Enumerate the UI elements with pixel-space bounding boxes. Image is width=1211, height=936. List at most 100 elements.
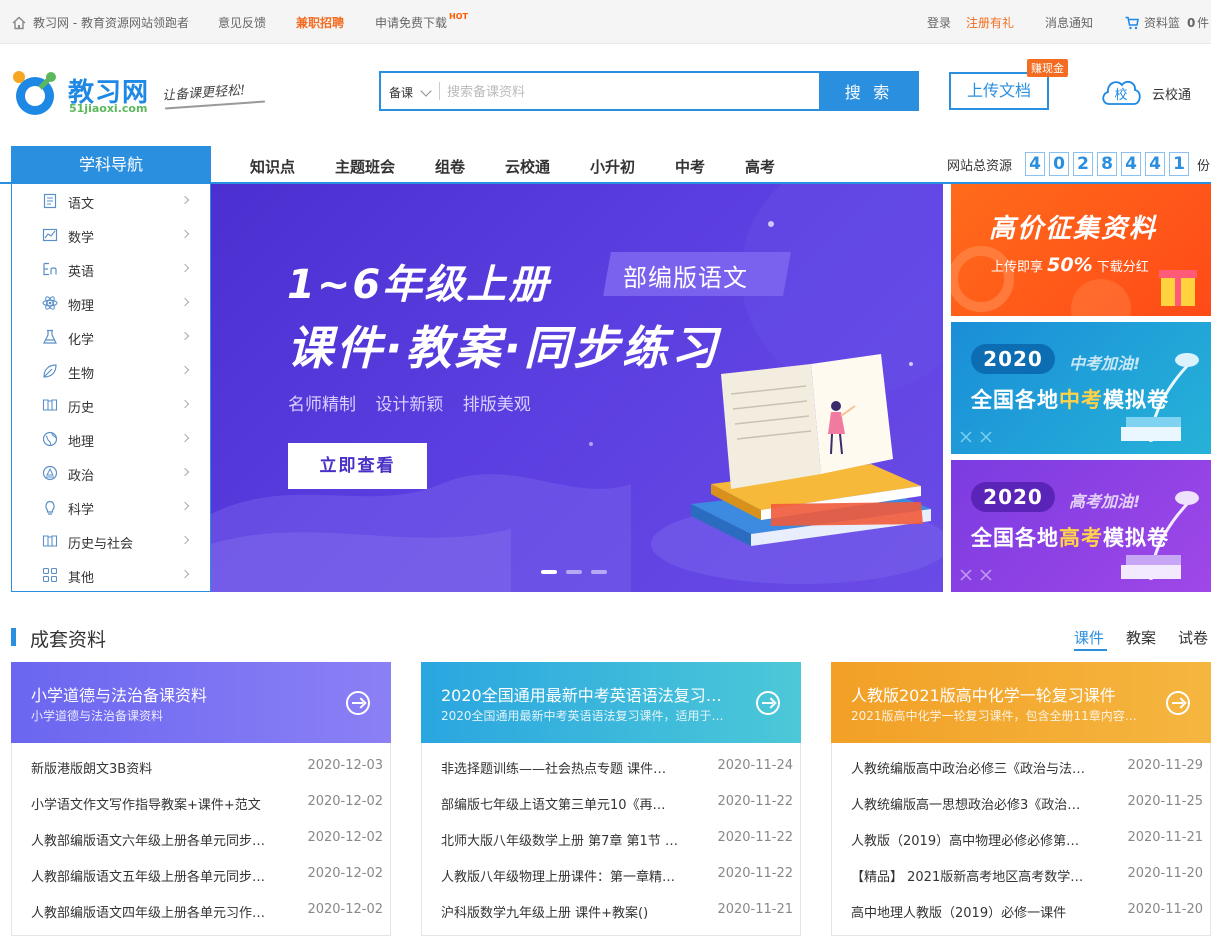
ad-collect-materials[interactable]: 高价征集资料 上传即享 50% 下载分红 [951, 184, 1211, 316]
cloud-school-link[interactable]: 云校通 [1152, 84, 1191, 103]
item-title: 人教部编版语文五年级上册各单元同步… [31, 870, 266, 885]
grid-icon [42, 567, 58, 583]
nav-item-junior-entrance[interactable]: 小升初 [590, 156, 635, 177]
chevron-right-icon [180, 399, 190, 409]
top-bar: 教习网 - 教育资源网站领跑者 意见反馈 兼职招聘 申请免费下载 HOT 登录 … [0, 0, 1211, 44]
nav-item-gaokao[interactable]: 高考 [745, 156, 775, 177]
nav-item-zhongkao[interactable]: 中考 [675, 156, 705, 177]
search-input[interactable] [447, 77, 817, 105]
subject-label: 物理 [68, 299, 95, 314]
card-header[interactable]: 人教版2021版高中化学一轮复习课件 2021版高中化学一轮复习课件，包含全册1… [831, 662, 1211, 743]
list-item[interactable]: 小学语文作文写作指导教案+课件+范文 2020-12-02 [31, 794, 383, 814]
list-item[interactable]: 新版港版朗文3B资料 2020-12-03 [31, 758, 383, 778]
atom-icon [42, 296, 58, 310]
subject-label: 语文 [68, 197, 95, 212]
ad3-main-title: 全国各地高考模拟卷 [971, 522, 1169, 552]
list-item[interactable]: 北师大版八年级数学上册 第7章 第1节 … 2020-11-22 [441, 830, 793, 850]
notify-link[interactable]: 消息通知 [1045, 16, 1093, 30]
nav-item-cloud-school[interactable]: 云校通 [505, 156, 550, 177]
carousel-dot[interactable] [566, 570, 582, 574]
list-item[interactable]: 人教统编版高一思想政治必修3《政治… 2020-11-25 [851, 794, 1203, 814]
nav-item-knowledge[interactable]: 知识点 [250, 156, 295, 177]
item-title: 人教版八年级物理上册课件：第一章精… [441, 870, 676, 885]
hot-badge: HOT [449, 12, 468, 21]
ad2-main-a: 全国各地 [971, 388, 1059, 412]
list-item[interactable]: 【精品】 2021版新高考地区高考数学… 2020-11-20 [851, 866, 1203, 886]
scroll-icon [42, 535, 58, 547]
subject-item-physics[interactable]: 物理 [12, 286, 210, 320]
item-title: 新版港版朗文3B资料 [31, 762, 153, 777]
recruit-link[interactable]: 兼职招聘 [296, 16, 344, 30]
list-item[interactable]: 人教部编版语文四年级上册各单元习作… 2020-12-02 [31, 902, 383, 922]
carousel-dot[interactable] [541, 570, 557, 574]
subject-item-english[interactable]: 英语 [12, 252, 210, 286]
subject-item-math[interactable]: 数学 [12, 218, 210, 252]
list-item[interactable]: 人教部编版语文五年级上册各单元同步… 2020-12-02 [31, 866, 383, 886]
item-title: 【精品】 2021版新高考地区高考数学… [851, 870, 1084, 885]
list-item[interactable]: 人教版八年级物理上册课件：第一章精… 2020-11-22 [441, 866, 793, 886]
logo-mark-icon[interactable] [10, 68, 60, 118]
free-download-link[interactable]: 申请免费下载 [375, 16, 447, 30]
ad1-title: 高价征集资料 [989, 214, 1158, 244]
subject-item-history-society[interactable]: 历史与社会 [12, 524, 210, 558]
upload-doc-button[interactable]: 上传文档 [949, 72, 1049, 110]
search-button[interactable]: 搜 索 [819, 71, 919, 111]
list-item[interactable]: 沪科版数学九年级上册 课件+教案() 2020-11-21 [441, 902, 793, 922]
list-item[interactable]: 人教版（2019）高中物理必修必修第… 2020-11-21 [851, 830, 1203, 850]
arrow-right-circle-icon[interactable] [1166, 691, 1190, 715]
subject-nav-header[interactable]: 学科导航 [11, 146, 211, 184]
item-title: 部编版七年级上语文第三单元10《再… [441, 798, 666, 813]
item-date: 2020-12-02 [307, 866, 383, 881]
item-title: 人教统编版高中政治必修三《政治与法… [851, 762, 1086, 777]
feedback-link[interactable]: 意见反馈 [218, 16, 266, 30]
site-label-link[interactable]: 教习网 - 教育资源网站领跑者 [33, 16, 189, 30]
list-item[interactable]: 非选择题训练——社会热点专题 课件… 2020-11-24 [441, 758, 793, 778]
list-item[interactable]: 部编版七年级上语文第三单元10《再… 2020-11-22 [441, 794, 793, 814]
search-box: 备课 搜 索 [379, 71, 919, 111]
tab-exam-paper[interactable]: 试卷 [1178, 627, 1208, 648]
ad3-main-highlight: 高考 [1059, 526, 1103, 550]
carousel-dot[interactable] [591, 570, 607, 574]
hero-banner[interactable]: 1~6年级上册 部编版语文 课件·教案·同步练习 名师精制 设计新颖 排版美观 … [211, 184, 943, 592]
subject-item-biology[interactable]: 生物 [12, 354, 210, 388]
home-icon[interactable] [11, 15, 27, 31]
tab-lesson-plan[interactable]: 教案 [1126, 627, 1156, 648]
card-header[interactable]: 小学道德与法治备课资料 小学道德与法治备课资料 [11, 662, 391, 743]
subject-item-chinese[interactable]: 语文 [12, 184, 210, 218]
item-title: 非选择题训练——社会热点专题 课件… [441, 762, 667, 777]
item-title: 小学语文作文写作指导教案+课件+范文 [31, 798, 261, 813]
nav-item-class-meeting[interactable]: 主题班会 [335, 156, 395, 177]
list-item[interactable]: 高中地理人教版（2019）必修一课件 2020-11-20 [851, 902, 1203, 922]
arrow-right-circle-icon[interactable] [756, 691, 780, 715]
nav-item-compose-paper[interactable]: 组卷 [435, 156, 465, 177]
cart-icon[interactable] [1125, 16, 1139, 30]
subject-item-politics[interactable]: 政治 [12, 456, 210, 490]
register-link[interactable]: 注册有礼 [966, 16, 1014, 30]
resource-digit: 4 [1025, 152, 1045, 176]
subject-item-other[interactable]: 其他 [12, 558, 210, 592]
item-date: 2020-11-22 [717, 866, 793, 881]
banner-subtitle: 名师精制 设计新颖 排版美观 [288, 395, 531, 415]
subject-item-history[interactable]: 历史 [12, 388, 210, 422]
subject-item-geography[interactable]: 地理 [12, 422, 210, 456]
chevron-right-icon [180, 467, 190, 477]
subject-label: 化学 [68, 333, 95, 348]
subject-item-science[interactable]: 科学 [12, 490, 210, 524]
arrow-right-circle-icon[interactable] [346, 691, 370, 715]
ad-zhongkao-mock[interactable]: 2020 中考加油! 全国各地中考模拟卷 [951, 322, 1211, 454]
list-item[interactable]: 人教统编版高中政治必修三《政治与法… 2020-11-29 [851, 758, 1203, 778]
emblem-icon [42, 465, 58, 481]
login-link[interactable]: 登录 [927, 16, 951, 30]
item-title: 人教部编版语文六年级上册各单元同步… [31, 834, 266, 849]
basket-label[interactable]: 资料篮 [1144, 16, 1180, 30]
chevron-down-icon[interactable] [420, 85, 432, 97]
card-title: 小学道德与法治备课资料 [31, 686, 208, 705]
ad-gaokao-mock[interactable]: 2020 高考加油! 全国各地高考模拟卷 [951, 460, 1211, 592]
tab-courseware[interactable]: 课件 [1074, 627, 1104, 648]
card-header[interactable]: 2020全国通用最新中考英语语法复习… 2020全国通用最新中考英语语法复习课件… [421, 662, 801, 743]
subject-item-chemistry[interactable]: 化学 [12, 320, 210, 354]
search-type-select[interactable]: 备课 [389, 84, 413, 101]
cloud-school-icon[interactable]: 校 [1100, 74, 1142, 108]
banner-view-button[interactable]: 立即查看 [288, 443, 427, 489]
list-item[interactable]: 人教部编版语文六年级上册各单元同步… 2020-12-02 [31, 830, 383, 850]
